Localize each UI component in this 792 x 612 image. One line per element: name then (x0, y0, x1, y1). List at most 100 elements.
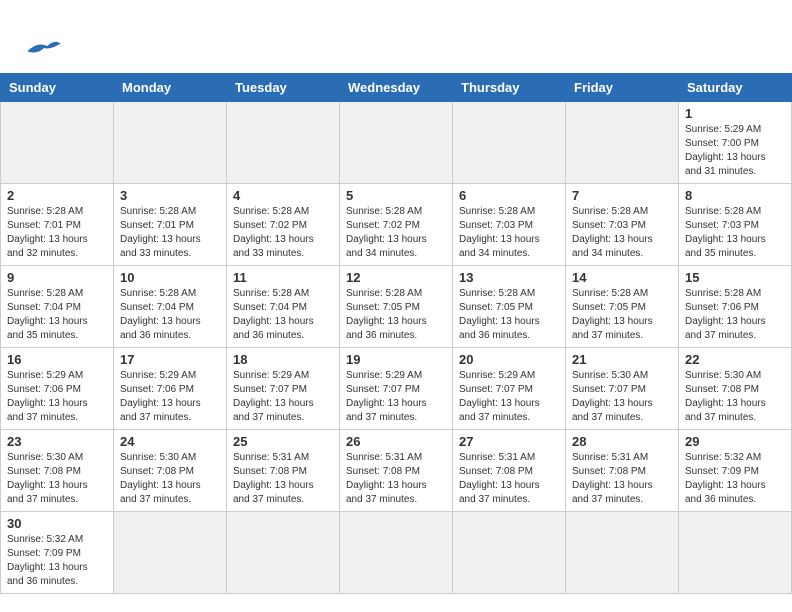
day-info: Sunrise: 5:28 AMSunset: 7:06 PMDaylight:… (685, 287, 785, 343)
day-info: Sunrise: 5:30 AMSunset: 7:07 PMDaylight:… (572, 369, 672, 425)
day-number: 25 (233, 434, 333, 449)
calendar-cell: 15Sunrise: 5:28 AMSunset: 7:06 PMDayligh… (679, 266, 792, 348)
day-number: 14 (572, 270, 672, 285)
day-info: Sunrise: 5:28 AMSunset: 7:05 PMDaylight:… (346, 287, 446, 343)
calendar-cell: 22Sunrise: 5:30 AMSunset: 7:08 PMDayligh… (679, 348, 792, 430)
calendar-cell (114, 512, 227, 594)
day-number: 19 (346, 352, 446, 367)
calendar-cell (227, 102, 340, 184)
col-tuesday: Tuesday (227, 74, 340, 102)
calendar-cell: 9 Sunrise: 5:28 AMSunset: 7:04 PMDaylight… (1, 266, 114, 348)
calendar-cell: 28Sunrise: 5:31 AMSunset: 7:08 PMDayligh… (566, 430, 679, 512)
day-info: Sunrise: 5:29 AMSunset: 7:07 PMDaylight:… (346, 369, 446, 425)
calendar-cell: 13 Sunrise: 5:28 AMSunset: 7:05 PMDayligh… (453, 266, 566, 348)
calendar-cell: 6 Sunrise: 5:28 AMSunset: 7:03 PMDaylight… (453, 184, 566, 266)
calendar-week-row: 2Sunrise: 5:28 AMSunset: 7:01 PMDaylight… (1, 184, 792, 266)
day-number: 23 (7, 434, 107, 449)
page-header (0, 0, 792, 73)
calendar-cell: 23 Sunrise: 5:30 AMSunset: 7:08 PMDayligh… (1, 430, 114, 512)
calendar-cell: 11Sunrise: 5:28 AMSunset: 7:04 PMDayligh… (227, 266, 340, 348)
calendar-cell: 8 Sunrise: 5:28 AMSunset: 7:03 PMDaylight… (679, 184, 792, 266)
day-number: 8 (685, 188, 785, 203)
calendar-cell: 17 Sunrise: 5:29 AMSunset: 7:06 PMDayligh… (114, 348, 227, 430)
day-info: Sunrise: 5:28 AMSunset: 7:01 PMDaylight:… (7, 205, 107, 261)
day-number: 9 (7, 270, 107, 285)
calendar-cell (566, 512, 679, 594)
calendar-cell: 27 Sunrise: 5:31 AMSunset: 7:08 PMDayligh… (453, 430, 566, 512)
day-number: 6 (459, 188, 559, 203)
day-number: 30 (7, 516, 107, 531)
calendar-cell: 20Sunrise: 5:29 AMSunset: 7:07 PMDayligh… (453, 348, 566, 430)
day-info: Sunrise: 5:29 AMSunset: 7:06 PMDaylight:… (120, 369, 220, 425)
col-sunday: Sunday (1, 74, 114, 102)
day-number: 7 (572, 188, 672, 203)
logo (24, 18, 64, 63)
day-info: Sunrise: 5:28 AMSunset: 7:03 PMDaylight:… (685, 205, 785, 261)
day-number: 24 (120, 434, 220, 449)
calendar-cell (227, 512, 340, 594)
day-number: 16 (7, 352, 107, 367)
day-info: Sunrise: 5:29 AMSunset: 7:07 PMDaylight:… (233, 369, 333, 425)
day-info: Sunrise: 5:28 AMSunset: 7:04 PMDaylight:… (7, 287, 107, 343)
col-wednesday: Wednesday (340, 74, 453, 102)
day-info: Sunrise: 5:32 AMSunset: 7:09 PMDaylight:… (7, 533, 107, 589)
calendar-cell: 25 Sunrise: 5:31 AMSunset: 7:08 PMDayligh… (227, 430, 340, 512)
day-info: Sunrise: 5:32 AMSunset: 7:09 PMDaylight:… (685, 451, 785, 507)
day-number: 10 (120, 270, 220, 285)
day-number: 28 (572, 434, 672, 449)
calendar-week-row: 1Sunrise: 5:29 AMSunset: 7:00 PMDaylight… (1, 102, 792, 184)
day-info: Sunrise: 5:28 AMSunset: 7:03 PMDaylight:… (459, 205, 559, 261)
day-info: Sunrise: 5:31 AMSunset: 7:08 PMDaylight:… (459, 451, 559, 507)
day-info: Sunrise: 5:30 AMSunset: 7:08 PMDaylight:… (7, 451, 107, 507)
calendar-cell: 10 Sunrise: 5:28 AMSunset: 7:04 PMDayligh… (114, 266, 227, 348)
day-info: Sunrise: 5:28 AMSunset: 7:04 PMDaylight:… (120, 287, 220, 343)
calendar-cell (679, 512, 792, 594)
day-number: 3 (120, 188, 220, 203)
col-saturday: Saturday (679, 74, 792, 102)
calendar-cell: 30 Sunrise: 5:32 AMSunset: 7:09 PMDayligh… (1, 512, 114, 594)
calendar-cell: 14 Sunrise: 5:28 AMSunset: 7:05 PMDayligh… (566, 266, 679, 348)
calendar-cell (453, 512, 566, 594)
calendar-cell: 21 Sunrise: 5:30 AMSunset: 7:07 PMDayligh… (566, 348, 679, 430)
calendar-header-row: Sunday Monday Tuesday Wednesday Thursday… (1, 74, 792, 102)
day-number: 26 (346, 434, 446, 449)
day-info: Sunrise: 5:28 AMSunset: 7:02 PMDaylight:… (346, 205, 446, 261)
day-number: 18 (233, 352, 333, 367)
calendar-cell: 24 Sunrise: 5:30 AMSunset: 7:08 PMDayligh… (114, 430, 227, 512)
calendar-table: Sunday Monday Tuesday Wednesday Thursday… (0, 73, 792, 594)
calendar-cell: 5Sunrise: 5:28 AMSunset: 7:02 PMDaylight… (340, 184, 453, 266)
calendar-cell (453, 102, 566, 184)
calendar-cell: 26 Sunrise: 5:31 AMSunset: 7:08 PMDayligh… (340, 430, 453, 512)
day-info: Sunrise: 5:28 AMSunset: 7:05 PMDaylight:… (459, 287, 559, 343)
day-info: Sunrise: 5:31 AMSunset: 7:08 PMDaylight:… (346, 451, 446, 507)
logo-bird-icon (24, 38, 64, 58)
day-info: Sunrise: 5:29 AMSunset: 7:07 PMDaylight:… (459, 369, 559, 425)
day-info: Sunrise: 5:31 AMSunset: 7:08 PMDaylight:… (233, 451, 333, 507)
day-number: 21 (572, 352, 672, 367)
calendar-cell (566, 102, 679, 184)
day-number: 11 (233, 270, 333, 285)
col-monday: Monday (114, 74, 227, 102)
day-number: 4 (233, 188, 333, 203)
day-info: Sunrise: 5:28 AMSunset: 7:02 PMDaylight:… (233, 205, 333, 261)
calendar-cell: 18 Sunrise: 5:29 AMSunset: 7:07 PMDayligh… (227, 348, 340, 430)
calendar-cell: 2Sunrise: 5:28 AMSunset: 7:01 PMDaylight… (1, 184, 114, 266)
calendar-cell: 7Sunrise: 5:28 AMSunset: 7:03 PMDaylight… (566, 184, 679, 266)
calendar-cell (114, 102, 227, 184)
calendar-cell (1, 102, 114, 184)
col-friday: Friday (566, 74, 679, 102)
day-info: Sunrise: 5:28 AMSunset: 7:01 PMDaylight:… (120, 205, 220, 261)
calendar-cell: 29Sunrise: 5:32 AMSunset: 7:09 PMDayligh… (679, 430, 792, 512)
day-number: 1 (685, 106, 785, 121)
day-info: Sunrise: 5:28 AMSunset: 7:05 PMDaylight:… (572, 287, 672, 343)
calendar-cell: 12 Sunrise: 5:28 AMSunset: 7:05 PMDayligh… (340, 266, 453, 348)
calendar-week-row: 16 Sunrise: 5:29 AMSunset: 7:06 PMDayligh… (1, 348, 792, 430)
calendar-cell: 19 Sunrise: 5:29 AMSunset: 7:07 PMDayligh… (340, 348, 453, 430)
calendar-week-row: 23 Sunrise: 5:30 AMSunset: 7:08 PMDayligh… (1, 430, 792, 512)
day-info: Sunrise: 5:30 AMSunset: 7:08 PMDaylight:… (120, 451, 220, 507)
day-number: 27 (459, 434, 559, 449)
day-number: 17 (120, 352, 220, 367)
day-number: 12 (346, 270, 446, 285)
day-number: 13 (459, 270, 559, 285)
calendar-week-row: 30 Sunrise: 5:32 AMSunset: 7:09 PMDayligh… (1, 512, 792, 594)
